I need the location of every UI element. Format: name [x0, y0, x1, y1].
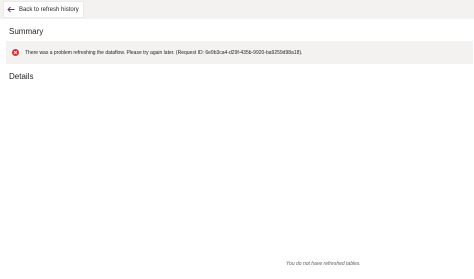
- no-refreshed-tables-message: You do not have refreshed tables.: [286, 261, 361, 267]
- arrow-left-icon: [7, 6, 15, 14]
- error-circle-icon: [12, 49, 19, 56]
- summary-heading: Summary: [9, 27, 44, 36]
- back-button-label: Back to refresh history: [19, 6, 79, 13]
- refresh-details-page: Back to refresh history Summary There wa…: [0, 0, 474, 279]
- error-message-text: There was a problem refreshing the dataf…: [25, 49, 303, 56]
- error-message-bar: There was a problem refreshing the dataf…: [6, 41, 473, 64]
- toolbar: Back to refresh history: [0, 0, 474, 19]
- back-to-refresh-history-button[interactable]: Back to refresh history: [3, 1, 84, 18]
- details-heading: Details: [9, 72, 34, 81]
